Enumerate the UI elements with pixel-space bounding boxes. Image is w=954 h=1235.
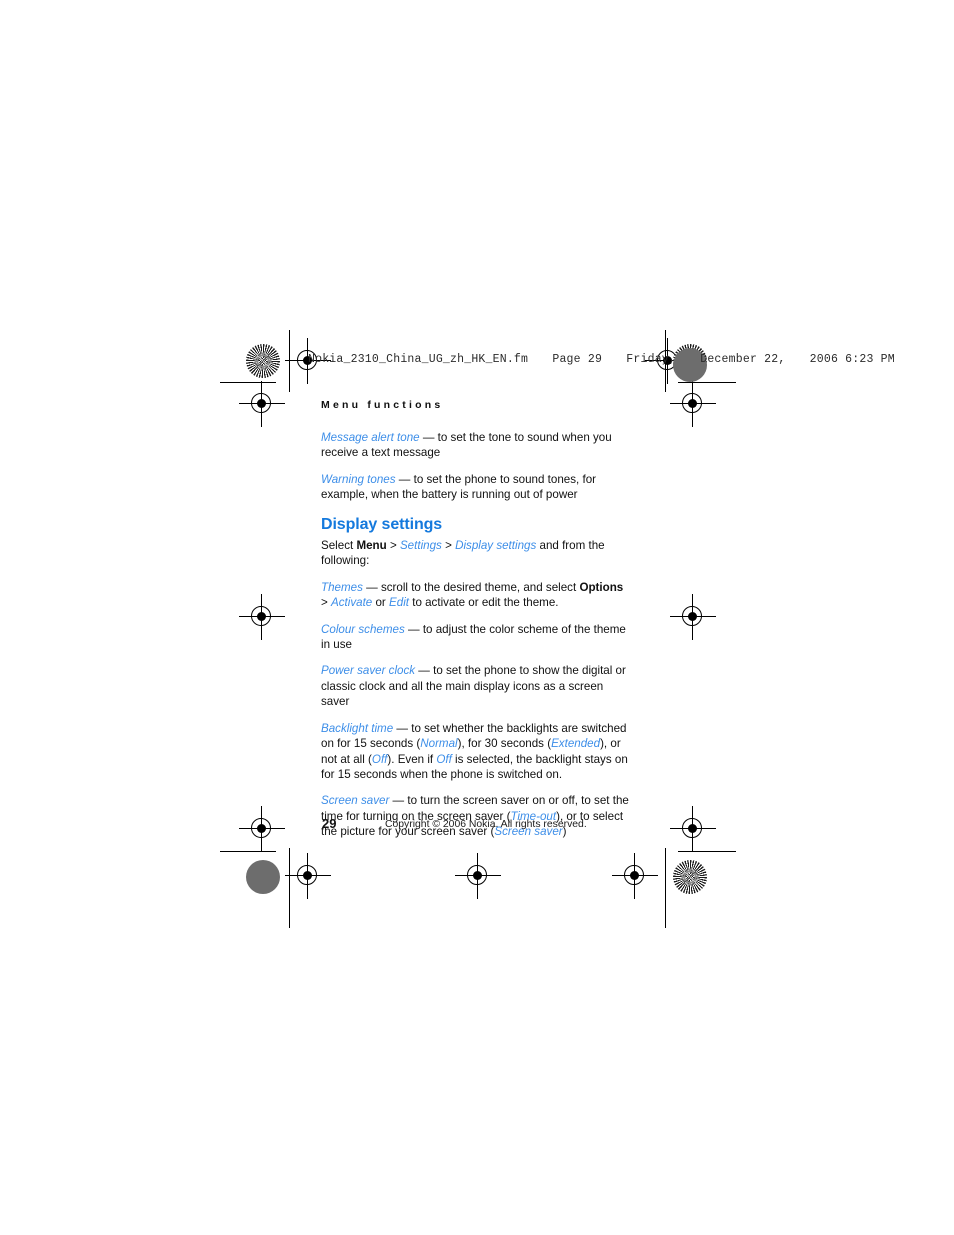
dash-power-saver-clock: — <box>415 664 434 678</box>
dash-screen-saver: — <box>389 794 408 808</box>
dash-themes: — <box>362 580 381 594</box>
term-normal: Normal <box>420 737 458 751</box>
term-themes: Themes <box>321 580 363 594</box>
term-activate: Activate <box>331 596 373 610</box>
term-power-saver-clock: Power saver clock <box>321 664 416 678</box>
path-gt-2: > <box>441 539 456 553</box>
themes-gt: > <box>321 596 331 610</box>
path-display-settings: Display settings <box>455 539 537 553</box>
dash-backlight-time: — <box>393 721 412 735</box>
term-colour-schemes: Colour schemes <box>321 622 405 636</box>
term-options: Options <box>579 580 624 594</box>
section-title-display-settings: Display settings <box>321 515 443 533</box>
term-screen-saver: Screen saver <box>321 794 390 808</box>
manual-page: Menu functions Message alert tone — to s… <box>0 0 954 1235</box>
term-warning-tones: Warning tones <box>321 472 396 486</box>
body-backlight-4: ). Even if <box>387 752 437 766</box>
paragraph-select-path: Select Menu > Settings > Display setting… <box>321 538 633 569</box>
paragraph-screen-saver: Screen saver — to turn the screen saver … <box>321 793 633 839</box>
paragraph-message-alert-tone: Message alert tone — to set the tone to … <box>321 430 633 461</box>
copyright-notice: Copyright © 2006 Nokia. All rights reser… <box>385 819 587 830</box>
select-lead: Select <box>321 539 357 553</box>
page-number: 29 <box>322 816 337 831</box>
page-body: Message alert tone — to set the tone to … <box>321 430 633 851</box>
paragraph-themes: Themes — scroll to the desired theme, an… <box>321 580 633 611</box>
term-message-alert-tone: Message alert tone <box>321 431 420 444</box>
paragraph-power-saver-clock: Power saver clock — to set the phone to … <box>321 663 633 709</box>
dash-message-alert-tone: — <box>419 431 438 444</box>
themes-or: or <box>372 596 390 610</box>
body-backlight-2: ), for 30 seconds ( <box>457 737 552 751</box>
path-gt-1: > <box>386 539 400 553</box>
term-backlight-time: Backlight time <box>321 721 394 735</box>
body-themes-1: scroll to the desired theme, and select <box>380 580 580 594</box>
running-head: Menu functions <box>321 399 444 411</box>
paragraph-backlight-time: Backlight time — to set whether the back… <box>321 721 633 783</box>
term-off-2: Off <box>436 752 452 766</box>
body-themes-2: to activate or edit the theme. <box>409 596 559 610</box>
path-settings: Settings <box>399 539 442 553</box>
term-edit: Edit <box>389 596 409 610</box>
path-menu: Menu <box>356 539 387 553</box>
paragraph-warning-tones: Warning tones — to set the phone to soun… <box>321 472 633 503</box>
dash-colour-schemes: — <box>404 622 423 636</box>
term-off-1: Off <box>371 752 388 766</box>
paragraph-colour-schemes: Colour schemes — to adjust the color sch… <box>321 622 633 653</box>
term-extended: Extended <box>551 737 601 751</box>
dash-warning-tones: — <box>395 472 414 486</box>
